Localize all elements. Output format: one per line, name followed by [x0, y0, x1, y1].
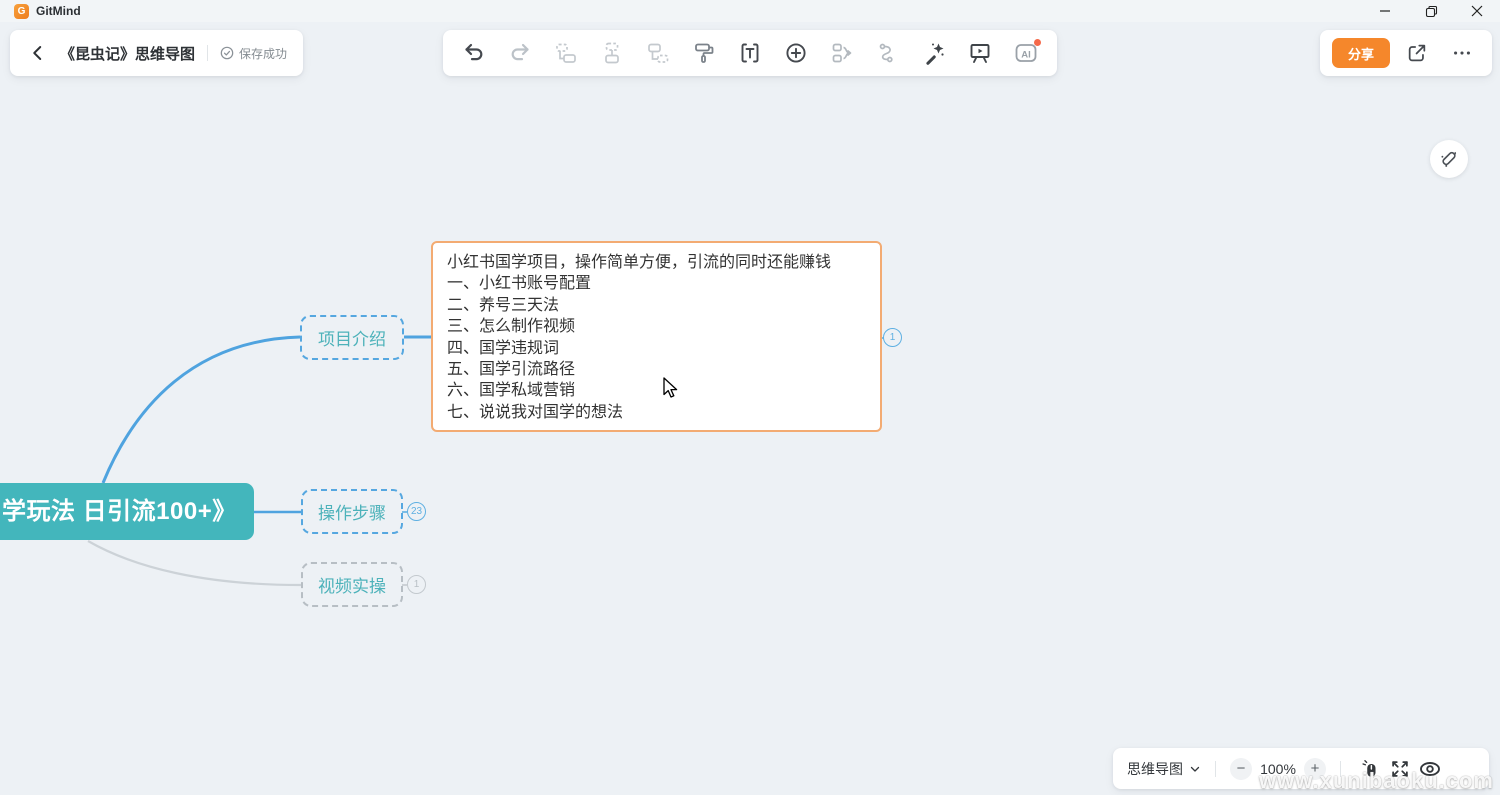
node-video-practice[interactable]: 视频实操	[301, 562, 403, 607]
summary-button[interactable]	[819, 30, 865, 76]
check-circle-icon	[220, 46, 234, 60]
note-line: 六、国学私域营销	[447, 380, 866, 401]
undo-icon	[462, 41, 486, 65]
root-node[interactable]: 学玩法 日引流100+》	[0, 483, 254, 540]
save-status-label: 保存成功	[239, 45, 287, 62]
ai-notification-dot	[1034, 39, 1041, 46]
insert-text-button[interactable]	[727, 30, 773, 76]
relation-line-icon	[876, 41, 900, 65]
ai-assistant-button[interactable]: AI	[1003, 30, 1049, 76]
redo-icon	[508, 41, 532, 65]
document-title[interactable]: 《昆虫记》思维导图	[60, 43, 195, 64]
note-line: 七、说说我对国学的想法	[447, 402, 866, 423]
insert-text-icon	[738, 41, 762, 65]
share-toolbar: 分享	[1320, 30, 1492, 76]
back-button[interactable]	[26, 41, 50, 65]
node-project-intro[interactable]: 项目介绍	[300, 315, 404, 360]
svg-text:AI: AI	[1021, 49, 1031, 60]
insert-parent-node-button[interactable]	[589, 30, 635, 76]
zoom-out-button[interactable]: −	[1230, 758, 1252, 780]
note-line: 三、怎么制作视频	[447, 316, 866, 337]
chevron-down-icon	[1189, 763, 1201, 775]
note-line: 二、养号三天法	[447, 295, 866, 316]
insert-child-node-button[interactable]	[635, 30, 681, 76]
insert-button[interactable]	[773, 30, 819, 76]
more-menu-button[interactable]	[1444, 30, 1480, 76]
note-line: 一、小红书账号配置	[447, 273, 866, 294]
magic-wand-icon	[922, 41, 946, 65]
steps-collapse-badge[interactable]: 23	[407, 502, 426, 521]
node-operation-steps[interactable]: 操作步骤	[301, 489, 403, 534]
insert-plus-icon	[784, 41, 808, 65]
beautify-wand-button[interactable]	[911, 30, 957, 76]
relation-line-button[interactable]	[865, 30, 911, 76]
gitmind-logo-icon: G	[14, 4, 29, 19]
format-painter-icon	[692, 41, 716, 65]
titlebar: G GitMind	[0, 0, 1500, 22]
note-line: 小红书国学项目，操作简单方便，引流的同时还能赚钱	[447, 252, 866, 273]
restore-button[interactable]	[1408, 0, 1454, 22]
note-line: 四、国学违规词	[447, 338, 866, 359]
minimize-button[interactable]	[1362, 0, 1408, 22]
note-line: 五、国学引流路径	[447, 359, 866, 380]
close-button[interactable]	[1454, 0, 1500, 22]
undo-button[interactable]	[451, 30, 497, 76]
presentation-icon	[968, 41, 992, 65]
more-dots-icon	[1451, 42, 1473, 64]
watermark: www.xunibaoku.com	[1259, 768, 1494, 794]
header-divider	[207, 45, 208, 61]
redo-button[interactable]	[497, 30, 543, 76]
note-collapse-badge[interactable]: 1	[883, 328, 902, 347]
share-button[interactable]: 分享	[1332, 38, 1390, 68]
layout-mode-label: 思维导图	[1127, 759, 1183, 779]
format-painter-button[interactable]	[681, 30, 727, 76]
main-toolbar: AI	[443, 30, 1057, 76]
video-collapse-badge[interactable]: 1	[407, 575, 426, 594]
save-status: 保存成功	[220, 45, 287, 62]
note-node[interactable]: 小红书国学项目，操作简单方便，引流的同时还能赚钱 一、小红书账号配置 二、养号三…	[431, 241, 882, 432]
document-header: 《昆虫记》思维导图 保存成功	[10, 30, 303, 76]
presentation-button[interactable]	[957, 30, 1003, 76]
magic-pen-tool-button[interactable]	[1430, 140, 1468, 178]
app-name: GitMind	[36, 4, 81, 18]
insert-sibling-node-icon	[554, 41, 578, 65]
summary-icon	[830, 41, 854, 65]
window-controls	[1362, 0, 1500, 22]
bar-divider	[1215, 761, 1216, 777]
mouse-cursor	[663, 377, 683, 404]
open-external-icon	[1406, 42, 1428, 64]
insert-child-node-icon	[646, 41, 670, 65]
magic-pen-icon	[1438, 148, 1460, 170]
connector-root-to-project-intro	[103, 337, 300, 483]
insert-sibling-node-button[interactable]	[543, 30, 589, 76]
insert-parent-node-icon	[600, 41, 624, 65]
layout-mode-select[interactable]: 思维导图	[1127, 759, 1201, 779]
connector-root-to-video	[88, 541, 301, 585]
export-button[interactable]	[1399, 30, 1435, 76]
